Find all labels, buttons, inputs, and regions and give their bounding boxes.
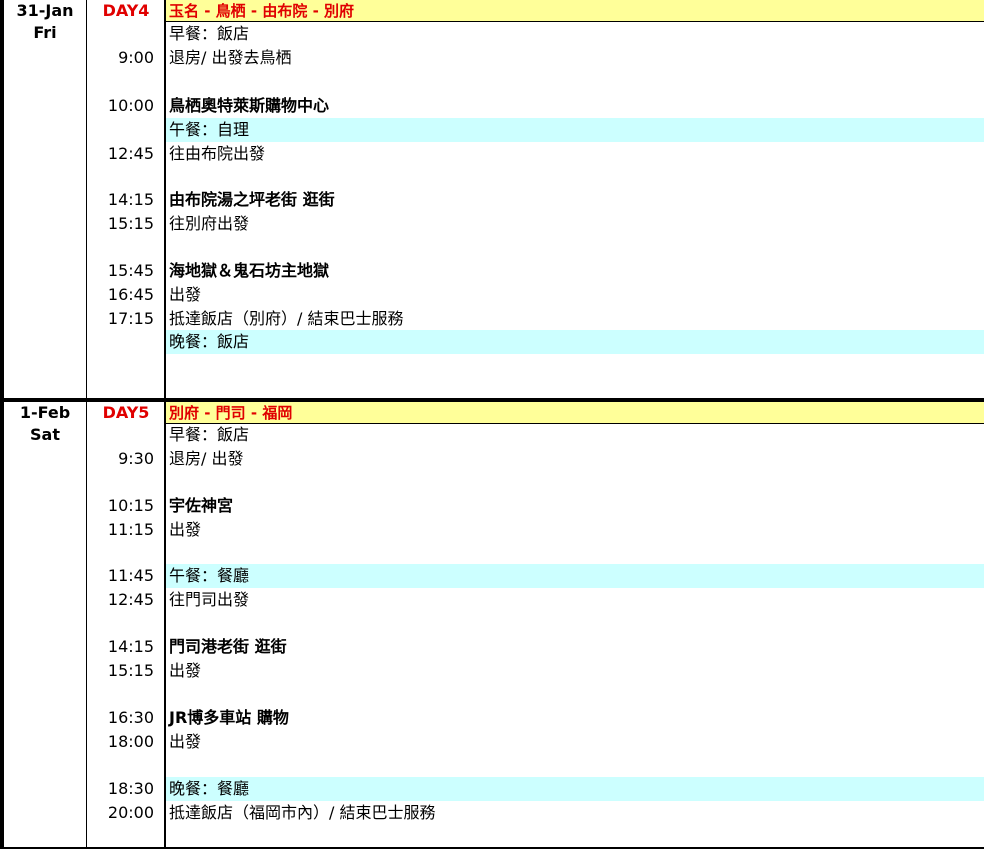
itinerary-sheet: 31-Jan Fri DAY4 玉名 - 鳥栖 - 由布院 - 別府 早餐：飯店…: [0, 0, 984, 849]
schedule-row: 14:15 門司港老街 逛街: [0, 635, 984, 659]
schedule-row: 12:45 往門司出發: [0, 588, 984, 612]
time-cell: 15:15: [107, 661, 154, 680]
time-cell: 14:15: [107, 637, 154, 656]
schedule-row: 15:45 海地獄＆鬼石坊主地獄: [0, 259, 984, 283]
activity-cell: 由布院湯之坪老街 逛街: [169, 190, 335, 209]
activity-cell: 宇佐神宮: [169, 496, 234, 515]
schedule-row: 早餐：飯店: [0, 423, 984, 447]
date: 31-Jan: [16, 1, 74, 20]
activity-cell: 退房/ 出發去鳥栖: [169, 48, 292, 67]
activity-cell: 退房/ 出發: [169, 449, 244, 468]
route-header: 玉名 - 鳥栖 - 由布院 - 別府: [166, 0, 984, 22]
schedule-row: 9:00 退房/ 出發去鳥栖: [0, 46, 984, 70]
schedule-row: 17:15 抵達飯店（別府）/ 結束巴士服務: [0, 307, 984, 331]
activity-cell: 抵達飯店（福岡市內）/ 結束巴士服務: [169, 803, 436, 822]
time-cell: 17:15: [107, 309, 154, 328]
time-cell: 12:45: [107, 590, 154, 609]
time-cell: 11:45: [107, 566, 154, 585]
activity-cell: JR博多車站 購物: [169, 708, 289, 727]
schedule-row: 16:45 出發: [0, 283, 984, 307]
activity-cell: 早餐：飯店: [169, 425, 250, 444]
day-label: DAY4: [102, 1, 150, 20]
activity-cell: 抵達飯店（別府）/ 結束巴士服務: [169, 309, 404, 328]
activity-cell: 午餐：餐廳: [166, 564, 984, 588]
time-cell: 12:45: [107, 144, 154, 163]
day-block-day4: 31-Jan Fri DAY4 玉名 - 鳥栖 - 由布院 - 別府 早餐：飯店…: [0, 0, 984, 401]
schedule-row: 9:30 退房/ 出發: [0, 447, 984, 471]
schedule-row: 15:15 出發: [0, 659, 984, 683]
activity-cell: 出發: [169, 661, 202, 680]
activity-cell: 出發: [169, 520, 202, 539]
activity-cell: 午餐：自理: [166, 118, 984, 142]
schedule-row: 10:00 鳥栖奧特萊斯購物中心: [0, 94, 984, 118]
activity-cell: 往別府出發: [169, 214, 250, 233]
activity-cell: 晚餐：飯店: [166, 330, 984, 354]
schedule-row: 20:00 抵達飯店（福岡市內）/ 結束巴士服務: [0, 801, 984, 825]
schedule-row: 16:30 JR博多車站 購物: [0, 706, 984, 730]
schedule-row: 11:45 午餐：餐廳: [0, 564, 984, 588]
activity-cell: 海地獄＆鬼石坊主地獄: [169, 261, 330, 280]
time-cell: 9:00: [118, 48, 154, 67]
schedule-row: 早餐：飯店: [0, 22, 984, 46]
time-cell: 9:30: [118, 449, 154, 468]
schedule-row: 18:30 晚餐：餐廳: [0, 777, 984, 801]
time-cell: 18:30: [107, 779, 154, 798]
schedule-row: 14:15 由布院湯之坪老街 逛街: [0, 188, 984, 212]
time-cell: 14:15: [107, 190, 154, 209]
day-block-day5: 1-Feb Sat DAY5 別府 - 門司 - 福岡 早餐：飯店 9:30 退…: [0, 402, 984, 849]
activity-cell: 出發: [169, 732, 202, 751]
schedule-row: 18:00 出發: [0, 730, 984, 754]
activity-cell: 鳥栖奧特萊斯購物中心: [169, 96, 330, 115]
time-cell: 10:15: [107, 496, 154, 515]
activity-cell: 晚餐：餐廳: [166, 777, 984, 801]
activity-cell: 門司港老街 逛街: [169, 637, 287, 656]
activity-cell: 早餐：飯店: [169, 24, 250, 43]
time-cell: 18:00: [107, 732, 154, 751]
time-cell: 15:15: [107, 214, 154, 233]
route-header: 別府 - 門司 - 福岡: [166, 402, 984, 424]
schedule-row: 晚餐：飯店: [0, 330, 984, 354]
schedule-row: 11:15 出發: [0, 518, 984, 542]
time-cell: 15:45: [107, 261, 154, 280]
schedule-row: 午餐：自理: [0, 118, 984, 142]
schedule-row: 10:15 宇佐神宮: [0, 494, 984, 518]
time-cell: 16:30: [107, 708, 154, 727]
date: 1-Feb: [19, 403, 71, 422]
time-cell: 11:15: [107, 520, 154, 539]
day-label: DAY5: [102, 403, 150, 422]
activity-cell: 出發: [169, 285, 202, 304]
schedule-row: 12:45 往由布院出發: [0, 142, 984, 166]
schedule-row: 15:15 往別府出發: [0, 212, 984, 236]
time-cell: 10:00: [107, 96, 154, 115]
time-cell: 16:45: [107, 285, 154, 304]
activity-cell: 往由布院出發: [169, 144, 266, 163]
activity-cell: 往門司出發: [169, 590, 250, 609]
time-cell: 20:00: [107, 803, 154, 822]
